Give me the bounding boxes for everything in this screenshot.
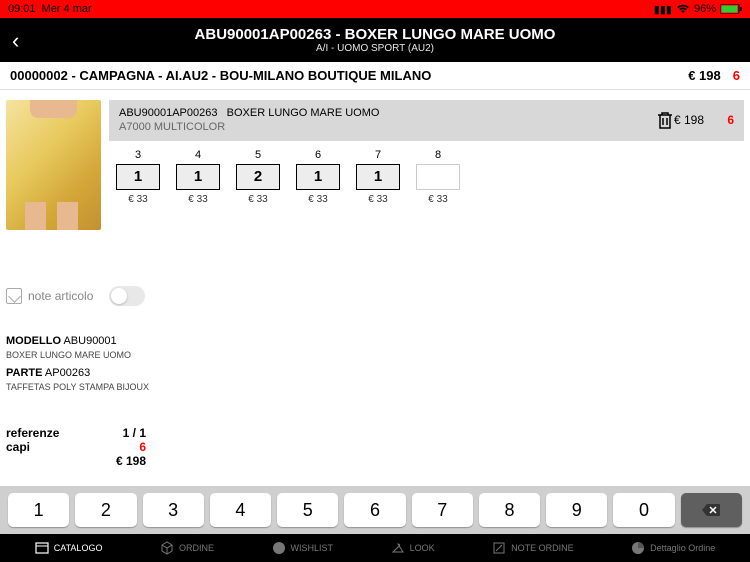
header-title: ABU90001AP00263 - BOXER LUNGO MARE UOMO [195, 26, 556, 43]
summary-total: € 198 [116, 454, 146, 468]
header-subtitle: A/I - UOMO SPORT (AU2) [316, 43, 434, 54]
product-image[interactable] [6, 100, 101, 230]
parte-value: AP00263 [45, 367, 90, 379]
notes-label: note articolo [28, 289, 93, 303]
tab-note-ordine[interactable]: NOTE ORDINE [492, 541, 574, 555]
product-qty: 6 [727, 113, 734, 127]
tabbar: CATALOGO ORDINE WISHLIST LOOK NOTE ORDIN… [0, 534, 750, 562]
tab-look[interactable]: LOOK [391, 541, 435, 555]
size-price: € 33 [188, 194, 207, 205]
key-7[interactable]: 7 [412, 493, 473, 527]
size-input[interactable]: 1 [116, 164, 160, 190]
battery-icon [720, 4, 742, 14]
key-8[interactable]: 8 [479, 493, 540, 527]
circle-icon [272, 541, 286, 555]
product-code: ABU90001AP00263 [119, 107, 217, 119]
modello-desc: BOXER LUNGO MARE UOMO [6, 349, 149, 362]
parte-desc: TAFFETAS POLY STAMPA BIJOUX [6, 381, 149, 394]
header: ‹ ABU90001AP00263 - BOXER LUNGO MARE UOM… [0, 18, 750, 62]
breadcrumb: 00000002 - CAMPAGNA - AI.AU2 - BOU-MILAN… [0, 62, 750, 90]
tab-label: NOTE ORDINE [511, 543, 574, 553]
modello-label: MODELLO [6, 335, 61, 347]
size-input[interactable] [416, 164, 460, 190]
status-time: 09:01 [8, 3, 36, 15]
notes-toggle[interactable] [109, 286, 145, 306]
size-price: € 33 [368, 194, 387, 205]
capi-label: capi [6, 440, 30, 454]
breadcrumb-price: € 198 [688, 68, 721, 83]
tab-label: CATALOGO [54, 543, 103, 553]
hanger-icon [391, 541, 405, 555]
size-price: € 33 [308, 194, 327, 205]
tab-label: ORDINE [179, 543, 214, 553]
key-0[interactable]: 0 [613, 493, 674, 527]
parte-label: PARTE [6, 367, 42, 379]
key-1[interactable]: 1 [8, 493, 69, 527]
product-bar: ABU90001AP00263 BOXER LUNGO MARE UOMO A7… [109, 100, 744, 141]
capi-value: 6 [139, 440, 146, 454]
battery-pct: 96% [694, 3, 716, 15]
product-price: € 198 [674, 113, 704, 127]
size-label: 6 [315, 149, 321, 161]
size-label: 5 [255, 149, 261, 161]
size-label: 4 [195, 149, 201, 161]
size-price: € 33 [428, 194, 447, 205]
breadcrumb-qty: 6 [733, 68, 740, 83]
status-date: Mer 4 mar [42, 3, 92, 15]
catalog-icon [35, 541, 49, 555]
size-row: 3 1 € 33 4 1 € 33 5 2 € 33 6 1 € 33 7 1 € 33 8 € 33 [109, 149, 744, 205]
note-icon [492, 541, 506, 555]
tab-catalogo[interactable]: CATALOGO [35, 541, 103, 555]
size-price: € 33 [128, 194, 147, 205]
key-4[interactable]: 4 [210, 493, 271, 527]
box-icon [160, 541, 174, 555]
status-bar: 09:01 Mer 4 mar ▮▮▮ 96% [0, 0, 750, 18]
tab-dettaglio[interactable]: Dettaglio Ordine [631, 541, 715, 555]
modello-value: ABU90001 [63, 335, 116, 347]
key-9[interactable]: 9 [546, 493, 607, 527]
notes-row: note articolo [6, 286, 145, 306]
tab-label: LOOK [410, 543, 435, 553]
details-block: MODELLO ABU90001 BOXER LUNGO MARE UOMO P… [6, 334, 149, 394]
key-3[interactable]: 3 [143, 493, 204, 527]
edit-icon[interactable] [6, 288, 22, 304]
size-label: 8 [435, 149, 441, 161]
ref-label: referenze [6, 426, 59, 440]
size-input[interactable]: 1 [356, 164, 400, 190]
summary-block: referenze 1 / 1 capi 6 € 198 [6, 426, 146, 468]
keypad: 1 2 3 4 5 6 7 8 9 0 [0, 486, 750, 534]
tab-label: Dettaglio Ordine [650, 543, 715, 553]
tab-label: WISHLIST [291, 543, 334, 553]
pie-icon [631, 541, 645, 555]
key-2[interactable]: 2 [75, 493, 136, 527]
breadcrumb-text: 00000002 - CAMPAGNA - AI.AU2 - BOU-MILAN… [10, 68, 431, 83]
key-6[interactable]: 6 [344, 493, 405, 527]
wifi-icon [676, 4, 690, 14]
size-label: 7 [375, 149, 381, 161]
ref-value: 1 / 1 [123, 426, 146, 440]
tab-ordine[interactable]: ORDINE [160, 541, 214, 555]
key-5[interactable]: 5 [277, 493, 338, 527]
trash-icon[interactable] [656, 110, 674, 130]
product-color: A7000 MULTICOLOR [119, 120, 379, 134]
tab-wishlist[interactable]: WISHLIST [272, 541, 334, 555]
size-input[interactable]: 1 [176, 164, 220, 190]
key-backspace[interactable] [681, 493, 742, 527]
size-price: € 33 [248, 194, 267, 205]
size-input[interactable]: 1 [296, 164, 340, 190]
product-name: BOXER LUNGO MARE UOMO [227, 107, 380, 119]
back-button[interactable]: ‹ [12, 28, 19, 54]
signal-icon: ▮▮▮ [654, 3, 672, 16]
size-label: 3 [135, 149, 141, 161]
size-input[interactable]: 2 [236, 164, 280, 190]
